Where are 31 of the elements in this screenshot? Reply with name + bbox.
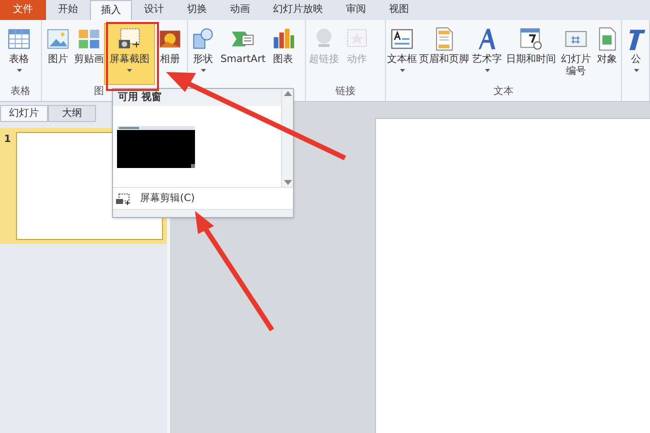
ribbon-button[interactable]: 图表	[268, 23, 298, 85]
ribbon-button[interactable]: 日期和时间	[504, 23, 558, 85]
slide-number: 1	[4, 133, 12, 147]
group-label: 链接	[336, 86, 356, 99]
ribbon-button[interactable]: 形状	[188, 23, 218, 85]
ribbon-tab[interactable]: 插入	[90, 0, 132, 20]
ribbon-tab[interactable]: 动画	[219, 0, 261, 20]
ribbon-tab[interactable]: 幻灯片放映	[262, 0, 334, 20]
ribbon-button[interactable]: 对象	[594, 23, 620, 85]
ribbon-button[interactable]: 幻灯片编号	[558, 23, 594, 85]
ribbon-tab[interactable]: 开始	[47, 0, 89, 20]
ribbon-button[interactable]: SmartArt	[218, 23, 268, 85]
panel-tab[interactable]: 大纲	[48, 105, 96, 122]
ribbon-button[interactable]: 公	[622, 23, 649, 85]
ribbon-tab[interactable]: 切换	[176, 0, 218, 20]
group-label: 图	[94, 86, 104, 99]
ribbon-tab[interactable]: 文件	[0, 0, 46, 20]
ribbon-button[interactable]: 文本框	[386, 23, 418, 85]
group-label: 文本	[494, 86, 514, 99]
ribbon-button[interactable]: 艺术字	[470, 23, 504, 85]
ribbon-button[interactable]: 屏幕截图	[104, 23, 155, 85]
dropdown-header: 可用 视窗	[113, 89, 281, 106]
ribbon-button[interactable]: 剪贴画	[74, 23, 104, 85]
ribbon-tab[interactable]: 视图	[378, 0, 420, 20]
ribbon-button[interactable]: 页眉和页脚	[418, 23, 470, 85]
ribbon-button[interactable]: 表格	[0, 23, 38, 85]
panel-tab[interactable]: 幻灯片	[0, 105, 48, 122]
ribbon-button[interactable]: 图片	[42, 23, 74, 85]
ribbon-tab[interactable]: 设计	[133, 0, 175, 20]
ribbon-tab[interactable]: 审阅	[335, 0, 377, 20]
group-label: 表格	[10, 86, 30, 99]
